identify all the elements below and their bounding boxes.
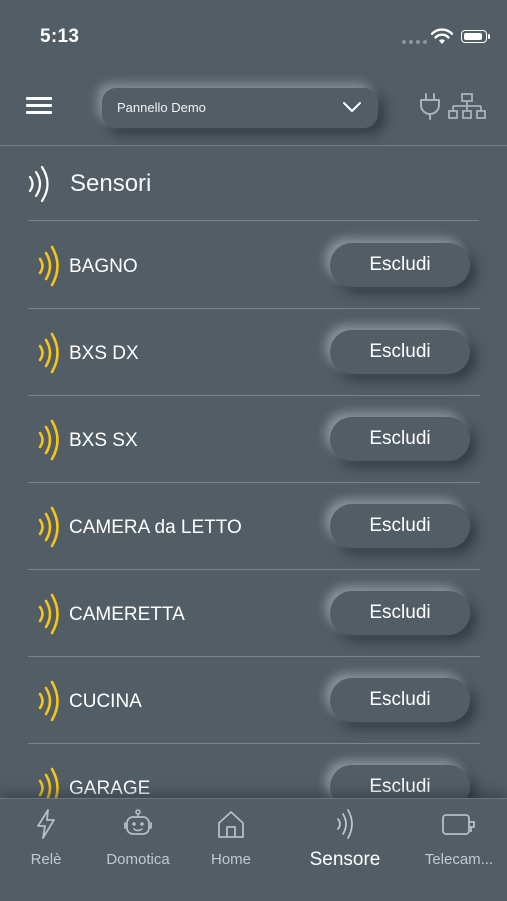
tab-label: Sensore — [309, 849, 381, 870]
list-item: BAGNO Escludi — [28, 222, 480, 309]
list-item: CUCINA Escludi — [28, 657, 480, 744]
sensor-list[interactable]: BAGNO Escludi BXS DX Escludi BXS SX Escl… — [0, 222, 507, 798]
panel-select-value: Pannello Demo — [117, 100, 206, 115]
hamburger-menu-icon[interactable] — [26, 95, 52, 115]
list-item: CAMERETTA Escludi — [28, 570, 480, 657]
tab-label: Domotica — [106, 851, 170, 868]
network-icon[interactable] — [448, 92, 486, 120]
tab-label: Home — [210, 851, 251, 868]
sensor-name: GARAGE — [69, 778, 151, 798]
list-item: CAMERA da LETTO Escludi — [28, 483, 480, 570]
sensor-waves-icon — [28, 165, 49, 203]
list-item: BXS DX Escludi — [28, 309, 480, 396]
tab-domotica[interactable]: Domotica — [90, 807, 186, 877]
sensor-waves-icon — [38, 506, 59, 548]
cellular-signal-icon — [402, 40, 427, 44]
sensor-name: CUCINA — [69, 691, 142, 712]
sensor-name: BXS SX — [69, 430, 138, 451]
battery-icon — [461, 30, 490, 43]
page-title: Sensori — [70, 170, 152, 197]
tab-rele[interactable]: Relè — [0, 807, 94, 877]
wifi-icon — [430, 28, 454, 44]
tab-sensore[interactable]: Sensore — [297, 807, 393, 877]
home-icon — [218, 811, 244, 838]
exclude-button[interactable]: Escludi — [330, 330, 470, 374]
exclude-button[interactable]: Escludi — [330, 591, 470, 635]
tab-telecamere[interactable]: Telecam... — [411, 807, 507, 877]
sensor-waves-icon — [38, 593, 59, 635]
status-bar: 5:13 — [0, 0, 507, 70]
exclude-button[interactable]: Escludi — [330, 504, 470, 548]
list-item: GARAGE Escludi — [28, 744, 480, 798]
sensor-waves-icon — [38, 332, 59, 374]
panel-select[interactable]: Pannello Demo — [102, 88, 378, 128]
lightning-icon — [37, 809, 55, 839]
chevron-down-icon — [343, 102, 361, 112]
exclude-button[interactable]: Escludi — [330, 765, 470, 798]
app-header: Pannello Demo — [0, 70, 507, 146]
list-item: BXS SX Escludi — [28, 396, 480, 483]
tab-label: Telecam... — [424, 851, 494, 868]
sensor-waves-icon — [38, 419, 59, 461]
exclude-button[interactable]: Escludi — [330, 678, 470, 722]
sensor-waves-icon — [38, 680, 59, 722]
sensor-waves-icon — [337, 809, 353, 839]
sensor-name: BAGNO — [69, 256, 138, 277]
exclude-button[interactable]: Escludi — [330, 417, 470, 461]
tab-bar: Relè Domotica Home Sensore Telecam... — [0, 798, 507, 901]
camera-icon — [442, 814, 475, 835]
section-header: Sensori — [0, 146, 507, 222]
robot-icon — [124, 809, 152, 835]
sensor-name: CAMERA da LETTO — [69, 517, 242, 538]
plug-icon[interactable] — [418, 92, 442, 120]
exclude-button[interactable]: Escludi — [330, 243, 470, 287]
sensor-waves-icon — [38, 767, 59, 798]
sensor-name: CAMERETTA — [69, 604, 185, 625]
status-time: 5:13 — [40, 26, 80, 47]
sensor-name: BXS DX — [69, 343, 139, 364]
divider — [28, 220, 479, 221]
tab-home[interactable]: Home — [183, 807, 279, 877]
sensor-waves-icon — [38, 245, 59, 287]
